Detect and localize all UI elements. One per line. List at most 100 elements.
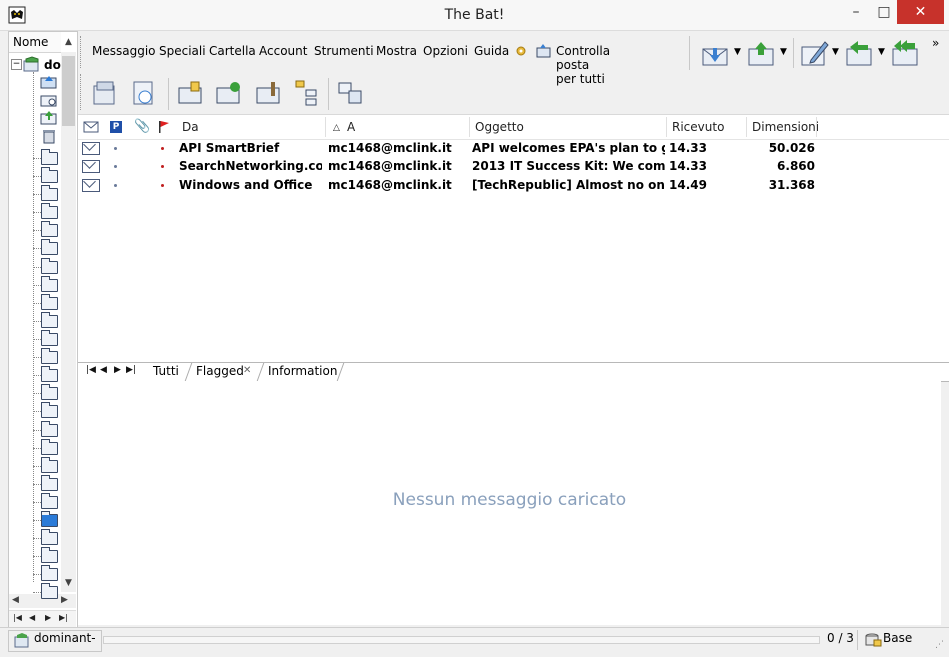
trash-folder-icon[interactable] (41, 128, 57, 144)
scheduler-icon[interactable] (128, 78, 158, 108)
maximize-button[interactable]: □ (871, 0, 897, 24)
menu-account[interactable]: Account (259, 44, 307, 58)
tab-all[interactable]: Tutti (153, 364, 179, 378)
menu-strumenti[interactable]: Strumenti (314, 44, 374, 58)
tab-close-icon[interactable]: ✕ (243, 365, 251, 376)
folder-icon[interactable] (41, 258, 58, 274)
folder-icon[interactable] (41, 384, 58, 400)
minimize-button[interactable]: – (843, 0, 869, 24)
check-mail-all-button[interactable]: Controlla posta per tutti (556, 44, 610, 86)
attachment-column-icon[interactable]: 📎 (134, 119, 150, 134)
folder-properties-icon[interactable] (254, 78, 284, 108)
column-divider[interactable] (469, 117, 470, 137)
collapse-toggle-icon[interactable]: − (11, 59, 22, 70)
folder-icon[interactable] (41, 239, 58, 255)
get-mail-dropdown-icon[interactable]: ▼ (734, 47, 741, 57)
menu-speciali[interactable]: Speciali (159, 44, 206, 58)
folder-lock-icon[interactable] (176, 78, 206, 108)
message-row[interactable]: SearchNetworking.com mc1468@mclink.it 2013… (78, 157, 949, 175)
new-message-icon[interactable] (799, 38, 831, 68)
folder-icon[interactable] (41, 402, 58, 418)
close-button[interactable]: ✕ (897, 0, 944, 24)
folder-icon[interactable] (41, 547, 58, 563)
flag-column-icon[interactable] (157, 120, 171, 134)
tab-first-icon[interactable]: |◀ (86, 365, 96, 375)
folder-icon[interactable] (41, 439, 58, 455)
column-received[interactable]: Ricevuto (672, 120, 724, 134)
folder-icon[interactable] (41, 185, 58, 201)
scroll-up-arrow-icon[interactable]: ▲ (61, 32, 76, 52)
inbox-folder-icon[interactable] (40, 74, 58, 89)
menu-mostra[interactable]: Mostra (376, 44, 417, 58)
new-folder-icon[interactable] (214, 78, 244, 108)
folder-icon[interactable] (41, 294, 58, 310)
column-from[interactable]: Da (182, 120, 199, 134)
resize-grip-icon[interactable]: ⋰ (935, 640, 944, 650)
column-divider[interactable] (746, 117, 747, 137)
tab-flagged[interactable]: Flagged (196, 364, 244, 378)
message-row[interactable]: Windows and Office mc1468@mclink.it [TechR… (78, 176, 949, 194)
outbox-folder-icon[interactable] (40, 92, 58, 107)
account-name[interactable]: do (44, 58, 61, 72)
tab-next-icon[interactable]: ▶ (114, 365, 121, 375)
flag-dot-icon[interactable] (161, 147, 164, 150)
folder-icon[interactable] (41, 330, 58, 346)
folder-icon[interactable] (41, 149, 58, 165)
column-size[interactable]: Dimensioni (752, 120, 819, 134)
reply-icon[interactable] (844, 38, 876, 68)
folder-icon[interactable] (41, 167, 58, 183)
send-mail-dropdown-icon[interactable]: ▼ (780, 47, 787, 57)
column-to[interactable]: A (347, 120, 355, 134)
message-row[interactable]: API SmartBrief mc1468@mclink.it API welcom… (78, 139, 949, 157)
tab-last-icon[interactable]: ▶| (126, 365, 136, 375)
folder-icon[interactable] (41, 493, 58, 509)
menu-opzioni[interactable]: Opzioni (423, 44, 468, 58)
nav-prev-icon[interactable]: ◀ (29, 613, 35, 622)
filters-icon[interactable] (336, 78, 366, 108)
column-subject[interactable]: Oggetto (475, 120, 524, 134)
scroll-right-arrow-icon[interactable]: ▶ (61, 595, 68, 605)
menu-cartella[interactable]: Cartella (209, 44, 256, 58)
status-column-icon[interactable] (83, 121, 99, 133)
folder-icon[interactable] (41, 312, 58, 328)
folder-icon[interactable] (41, 276, 58, 292)
gear-icon[interactable] (514, 44, 528, 58)
tab-prev-icon[interactable]: ◀ (100, 365, 107, 375)
folder-icon[interactable] (41, 583, 58, 599)
menu-messaggio[interactable]: Messaggio (92, 44, 156, 58)
nav-first-icon[interactable]: |◀ (13, 613, 22, 622)
new-message-dropdown-icon[interactable]: ▼ (832, 47, 839, 57)
folder-tree-icon[interactable] (292, 78, 322, 108)
reply-dropdown-icon[interactable]: ▼ (878, 47, 885, 57)
nav-last-icon[interactable]: ▶| (59, 613, 68, 622)
column-divider[interactable] (666, 117, 667, 137)
sent-folder-icon[interactable] (40, 110, 58, 125)
folder-icon[interactable] (41, 421, 58, 437)
folder-icon[interactable] (41, 475, 58, 491)
priority-column-icon[interactable]: P (110, 121, 122, 133)
tab-information[interactable]: Information (268, 364, 337, 378)
tree-vertical-scrollbar[interactable] (61, 52, 76, 592)
reply-all-icon[interactable] (890, 38, 922, 68)
folder-icon[interactable] (41, 203, 58, 219)
scrollbar-thumb[interactable] (62, 56, 75, 126)
flag-dot-icon[interactable] (161, 165, 164, 169)
scroll-down-arrow-icon[interactable]: ▼ (61, 578, 76, 592)
folder-icon[interactable] (41, 366, 58, 382)
folder-icon[interactable] (41, 511, 58, 527)
folder-icon[interactable] (41, 457, 58, 473)
folder-icon[interactable] (41, 348, 58, 364)
send-mail-icon[interactable] (746, 40, 778, 68)
get-mail-icon[interactable] (700, 40, 732, 68)
tree-column-header[interactable]: Nome (9, 32, 61, 53)
toolbar-overflow-icon[interactable]: » (932, 36, 939, 50)
folder-icon[interactable] (41, 565, 58, 581)
check-mail-icon[interactable] (536, 43, 552, 59)
menu-guida[interactable]: Guida (474, 44, 509, 58)
folder-icon[interactable] (41, 529, 58, 545)
column-divider[interactable] (816, 117, 817, 137)
flag-dot-icon[interactable] (161, 183, 164, 187)
address-book-icon[interactable] (90, 78, 120, 108)
nav-next-icon[interactable]: ▶ (45, 613, 51, 622)
scroll-left-arrow-icon[interactable]: ◀ (12, 595, 19, 605)
